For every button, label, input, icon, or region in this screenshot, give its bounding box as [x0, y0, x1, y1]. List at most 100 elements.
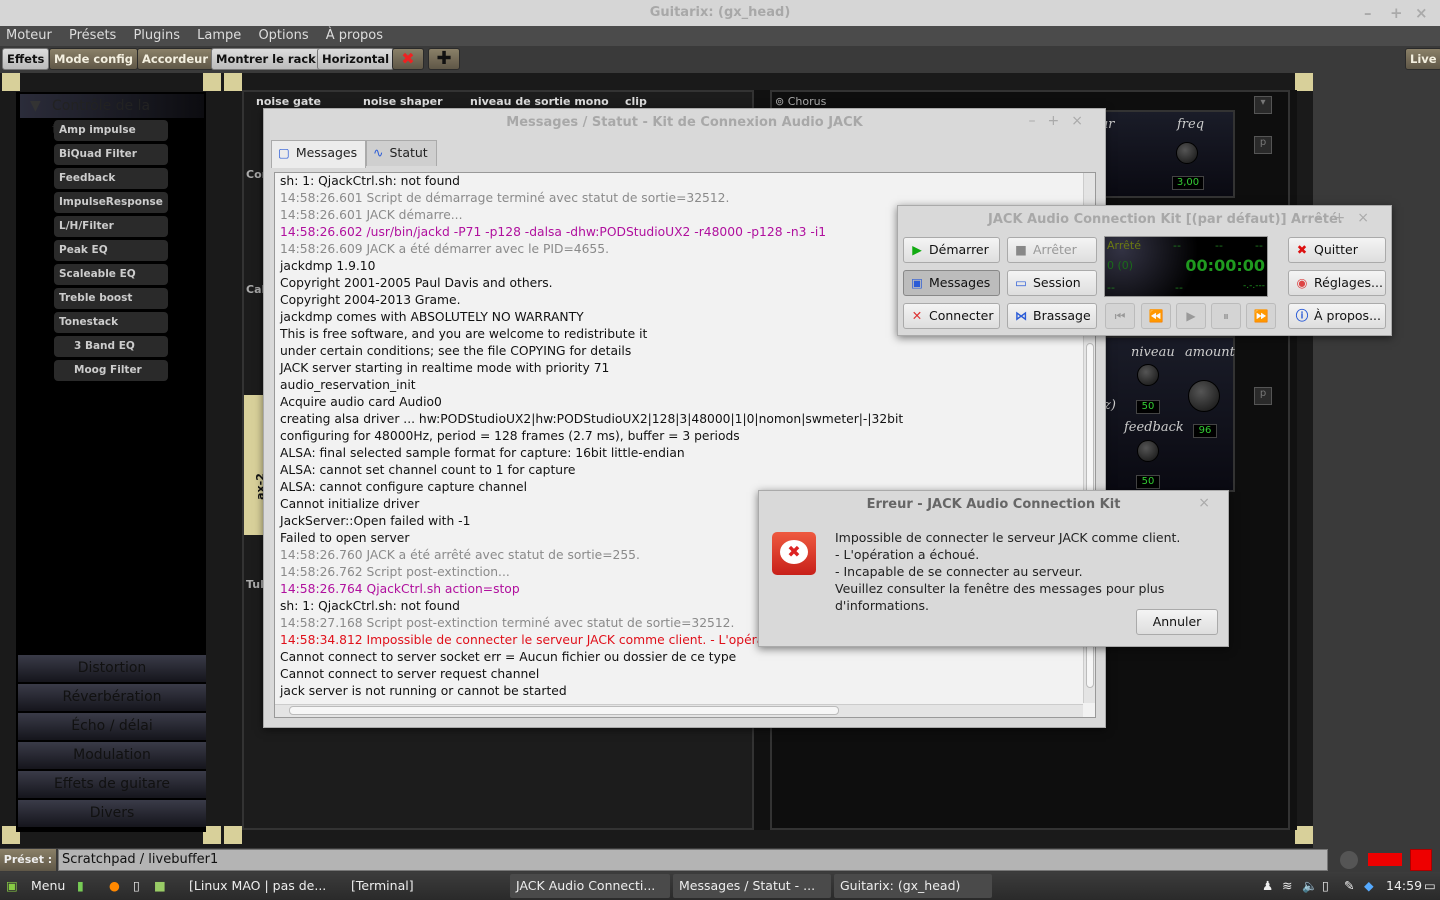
mint-logo-icon[interactable]: ▣	[6, 872, 18, 900]
reglages-button[interactable]: ◉ Réglages...	[1288, 270, 1386, 296]
session-button[interactable]: ▭ Session	[1007, 270, 1097, 296]
display-dashes: --	[1215, 239, 1223, 252]
battery-icon[interactable]: ▯	[1322, 872, 1329, 900]
task-jack[interactable]: JACK Audio Connecti...	[510, 874, 670, 898]
plugin-item[interactable]: Treble boost	[54, 288, 168, 309]
plugin-item[interactable]: Peak EQ	[54, 240, 168, 261]
preset-p-button[interactable]: p	[1254, 387, 1272, 405]
menu-options[interactable]: Options	[258, 28, 308, 43]
terminal-icon[interactable]: ▯	[133, 872, 140, 900]
tab-messages[interactable]: ▢ Messages	[271, 140, 367, 168]
plugin-item[interactable]: ImpulseResponse	[54, 192, 168, 213]
display-dashes: --	[1173, 239, 1181, 252]
plugin-item[interactable]: L/H/Filter	[54, 216, 168, 237]
live-button[interactable]: Live	[1405, 48, 1440, 70]
horizontal-button[interactable]: Horizontal	[317, 48, 395, 70]
quitter-button[interactable]: ✖ Quitter	[1288, 237, 1386, 263]
niveau-knob[interactable]	[1137, 364, 1159, 386]
mode-config-button[interactable]: Mode config	[49, 48, 139, 70]
app-launcher-icon[interactable]: ▮	[77, 872, 84, 900]
xruns: 0 (0)	[1107, 259, 1134, 272]
rewind-button[interactable]: ⏪	[1141, 303, 1171, 329]
show-desktop-icon[interactable]: ▭	[1424, 872, 1436, 900]
menu-moteur[interactable]: Moteur	[6, 28, 52, 43]
category-effets-guitare[interactable]: Effets de guitare	[18, 771, 206, 798]
close-button[interactable]: ×	[1198, 495, 1222, 511]
menu-presets[interactable]: Présets	[69, 28, 116, 43]
montrer-rack-button[interactable]: Montrer le rack	[211, 48, 321, 70]
pause-button[interactable]: ⏸	[1211, 303, 1241, 329]
error-line: - L'opération a échoué.	[835, 547, 980, 562]
close-button[interactable]: ×	[1415, 0, 1428, 26]
freq-value: 3,00	[1172, 176, 1204, 190]
rewind-start-button[interactable]: ⏮	[1105, 303, 1135, 329]
window-controls[interactable]: –+×	[1029, 113, 1095, 129]
task-messages[interactable]: Messages / Statut - ...	[673, 874, 831, 898]
task-guitarix[interactable]: Guitarix: (gx_head)	[834, 874, 992, 898]
maximize-button[interactable]: +	[1390, 0, 1403, 26]
tab-statut[interactable]: ∿ Statut	[366, 140, 437, 166]
task-firefox[interactable]: [Linux MAO | pas de...	[183, 874, 340, 898]
log-line: ALSA: final selected sample format for c…	[280, 446, 685, 460]
menu-plugins[interactable]: Plugins	[133, 28, 180, 43]
plugin-item[interactable]: Tonestack	[54, 312, 168, 333]
menu-a-propos[interactable]: À propos	[326, 28, 383, 43]
plugin-item[interactable]: 3 Band EQ	[54, 336, 168, 357]
plugin-item[interactable]: Feedback	[54, 168, 168, 189]
freq-knob[interactable]	[1176, 142, 1198, 164]
menu-lampe[interactable]: Lampe	[197, 28, 241, 43]
jack-connect-icon[interactable]	[1368, 853, 1402, 866]
wifi-icon[interactable]: ≋	[1282, 872, 1292, 900]
error-line: - Incapable de se connecter au serveur.	[835, 564, 1083, 579]
amount-knob[interactable]	[1188, 380, 1220, 412]
connect-icon: ✕	[911, 308, 923, 323]
category-distortion[interactable]: Distortion	[18, 655, 206, 682]
preset-p-button[interactable]: p	[1254, 136, 1272, 154]
feedback-knob[interactable]	[1137, 440, 1159, 462]
remove-icon[interactable]: ✖	[392, 48, 424, 70]
arreter-button[interactable]: ■ Arrêter	[1007, 237, 1097, 263]
window-controls[interactable]: –+×	[1315, 210, 1381, 226]
user-icon[interactable]: ♟	[1262, 872, 1273, 900]
effets-button[interactable]: Effets	[2, 48, 50, 70]
accordeur-button[interactable]: Accordeur	[137, 48, 213, 70]
plugin-item[interactable]: BiQuad Filter	[54, 144, 168, 165]
clock[interactable]: 14:59	[1386, 872, 1422, 900]
forward-button[interactable]: ⏩	[1246, 303, 1276, 329]
task-terminal[interactable]: [Terminal]	[345, 874, 505, 898]
category-divers[interactable]: Divers	[18, 800, 206, 827]
midi-icon[interactable]	[1410, 849, 1432, 871]
add-icon[interactable]: ✚	[428, 48, 460, 70]
connecter-button[interactable]: ✕ Connecter	[903, 303, 1000, 329]
log-line: sh: 1: QjackCtrl.sh: not found	[280, 174, 460, 188]
scroll-thumb[interactable]	[289, 706, 839, 715]
minimize-button[interactable]: –	[1364, 0, 1372, 26]
apropos-button[interactable]: ⓘ À propos...	[1288, 303, 1386, 329]
button-label: Connecter	[929, 308, 994, 323]
demarrer-button[interactable]: ▶ Démarrer	[903, 237, 1000, 263]
preset-field[interactable]: Scratchpad / livebuffer1	[58, 849, 1328, 871]
category-reverberation[interactable]: Réverbération	[18, 684, 206, 711]
plugin-item[interactable]: Amp impulse	[54, 120, 168, 141]
plugin-item[interactable]: Scaleable EQ	[54, 264, 168, 285]
volume-icon[interactable]: 🔈	[1302, 872, 1318, 900]
mic-icon[interactable]: ✎	[1344, 872, 1354, 900]
firefox-icon[interactable]: ●	[109, 872, 120, 900]
play-button[interactable]: ▶	[1176, 303, 1206, 329]
button-label: Session	[1033, 275, 1081, 290]
plugin-item[interactable]: Moog Filter	[54, 360, 168, 381]
files-icon[interactable]: ■	[154, 872, 166, 900]
horizontal-scrollbar[interactable]	[275, 704, 1083, 717]
category-echo[interactable]: Écho / délai	[18, 713, 206, 740]
shield-icon[interactable]: ◆	[1364, 872, 1374, 900]
dropdown-icon[interactable]: ▾	[1254, 96, 1272, 114]
category-modulation[interactable]: Modulation	[18, 742, 206, 769]
log-line: Copyright 2001-2005 Paul Davis and other…	[280, 276, 553, 290]
menu-button[interactable]: Menu	[31, 872, 65, 900]
messages-icon: ▣	[911, 275, 923, 290]
messages-button[interactable]: ▣ Messages	[903, 270, 1000, 296]
brassage-button[interactable]: ⋈ Brassage	[1007, 303, 1097, 329]
log-line: Cannot connect to server socket err = Au…	[280, 650, 737, 664]
category-tonalite-header[interactable]: ▼Contrôle de la tonalité	[20, 94, 204, 138]
annuler-button[interactable]: Annuler	[1136, 609, 1218, 635]
